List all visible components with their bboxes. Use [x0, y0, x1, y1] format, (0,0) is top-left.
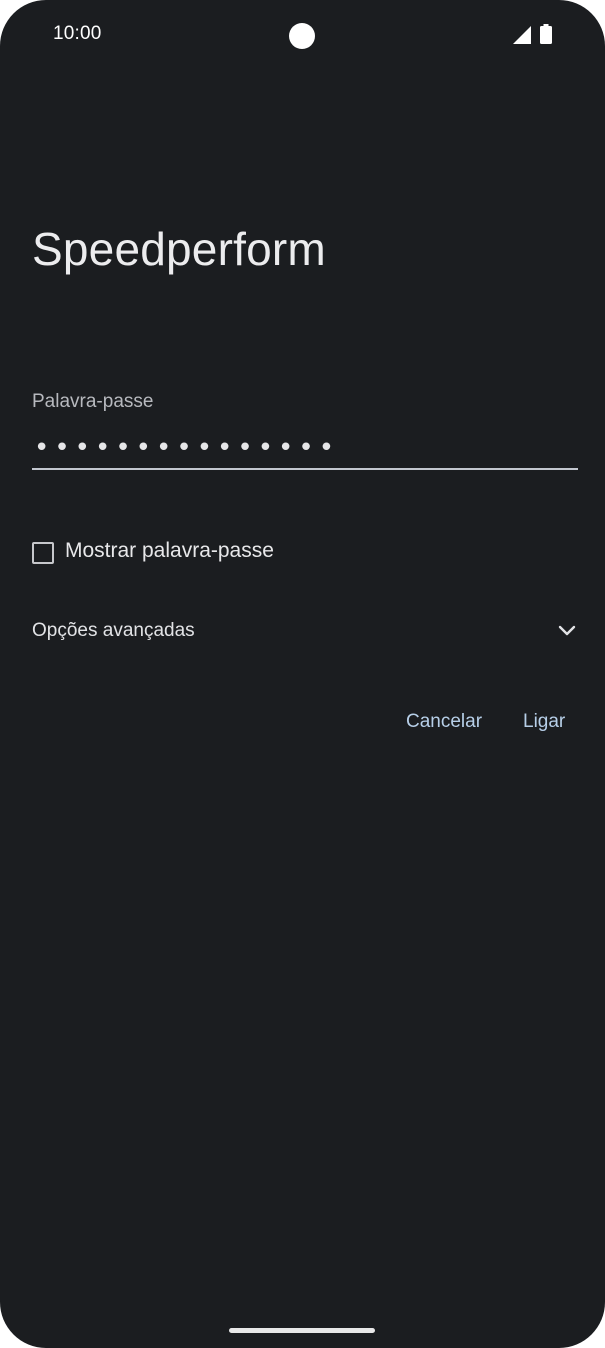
password-input[interactable] — [32, 428, 578, 470]
connect-button[interactable]: Ligar — [523, 704, 565, 740]
show-password-checkbox[interactable] — [32, 542, 54, 564]
cancel-button[interactable]: Cancelar — [406, 704, 482, 740]
signal-icon — [513, 26, 531, 44]
advanced-options-label: Opções avançadas — [32, 620, 195, 641]
device-screen: 10:00 Speedperform Palavra-passe Mostrar… — [0, 0, 605, 1348]
chevron-down-icon — [558, 625, 576, 636]
dialog-title: Speedperform — [32, 223, 326, 275]
status-time: 10:00 — [53, 23, 102, 44]
password-label: Palavra-passe — [32, 391, 154, 412]
camera-cutout — [289, 23, 315, 49]
battery-icon — [540, 24, 552, 44]
show-password-label[interactable]: Mostrar palavra-passe — [65, 539, 274, 563]
advanced-options-toggle[interactable]: Opções avançadas — [32, 612, 580, 652]
home-gesture-bar[interactable] — [229, 1328, 375, 1333]
